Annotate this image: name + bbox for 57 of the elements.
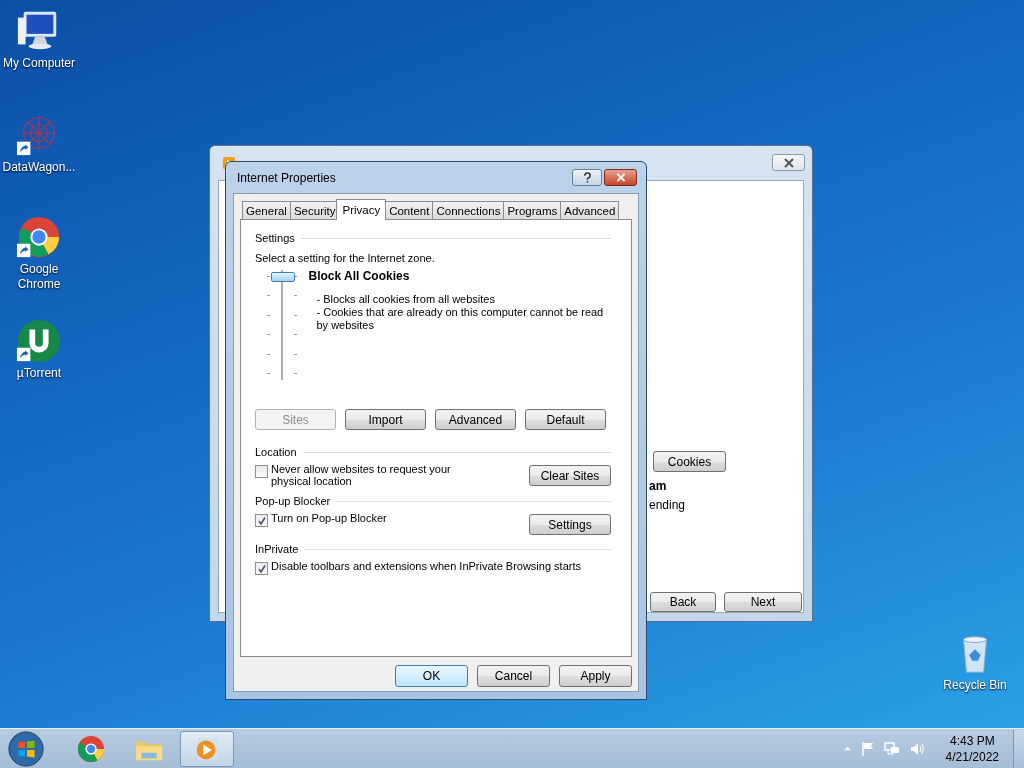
group-heading: Location bbox=[255, 446, 297, 458]
flag-icon[interactable] bbox=[860, 740, 875, 757]
close-icon bbox=[783, 157, 794, 168]
checkbox-label: Never allow websites to request your physical location bbox=[271, 463, 452, 487]
checkbox-label: Turn on Pop-up Blocker bbox=[271, 512, 387, 524]
dialog-button[interactable]: OK bbox=[395, 665, 468, 687]
tab[interactable]: General bbox=[242, 201, 291, 219]
network-icon[interactable] bbox=[883, 740, 900, 757]
caret-up-icon[interactable] bbox=[842, 744, 852, 753]
description-text: - Blocks all cookies from all websites bbox=[315, 293, 496, 306]
tab[interactable]: Advanced bbox=[560, 201, 620, 219]
dialog-button[interactable]: Apply bbox=[559, 665, 632, 687]
icon-label: µTorrent bbox=[16, 366, 62, 381]
dialog-button[interactable]: Cancel bbox=[477, 665, 550, 687]
clock[interactable]: 4:43 PM 4/21/2022 bbox=[945, 732, 999, 765]
dialog-button[interactable]: Clear Sites bbox=[529, 465, 611, 486]
media-taskbar-button[interactable] bbox=[180, 730, 234, 767]
clock-time: 4:43 PM bbox=[949, 732, 995, 749]
cookies-button[interactable]: Cookies bbox=[653, 451, 726, 472]
close-button[interactable] bbox=[604, 169, 637, 186]
description-text: - Cookies that are already on this computer cannot be read by websites bbox=[315, 306, 605, 332]
group-heading: Pop-up Blocker bbox=[255, 495, 331, 507]
start-button[interactable] bbox=[6, 729, 46, 768]
group-heading: InPrivate bbox=[255, 543, 299, 555]
show-desktop-button[interactable] bbox=[1013, 729, 1024, 768]
close-icon bbox=[615, 173, 626, 182]
dialog-button[interactable]: Default bbox=[525, 409, 606, 430]
level-title: Block All Cookies bbox=[308, 269, 411, 283]
dialog-button[interactable]: Advanced bbox=[435, 409, 516, 430]
torrent-icon[interactable] bbox=[16, 318, 62, 364]
chrome-icon[interactable] bbox=[16, 214, 62, 260]
tab[interactable]: Privacy bbox=[336, 199, 387, 220]
checkbox[interactable] bbox=[255, 465, 268, 478]
icon-label: DataWagon... bbox=[2, 160, 76, 175]
heading-text: am bbox=[649, 479, 667, 493]
dialog-button[interactable]: Import bbox=[345, 409, 426, 430]
tab[interactable]: Connections bbox=[432, 201, 505, 219]
close-button[interactable] bbox=[772, 154, 805, 171]
checkbox-label: Disable toolbars and extensions when InPrivate Browsing starts bbox=[271, 560, 581, 572]
group-heading: Settings bbox=[255, 232, 295, 244]
dialog-button[interactable]: Settings bbox=[529, 514, 611, 535]
clock-date: 4/21/2022 bbox=[945, 748, 999, 765]
window-title: Internet Properties bbox=[237, 170, 336, 185]
icon-label: My Computer bbox=[3, 56, 75, 71]
tab[interactable]: Content bbox=[385, 201, 434, 219]
chrome-icon bbox=[76, 733, 106, 764]
icon-label: Google Chrome bbox=[16, 262, 62, 292]
prompt-text: Select a setting for the Internet zone. bbox=[255, 252, 436, 264]
back-button[interactable]: Back bbox=[650, 592, 716, 612]
body-text: ending bbox=[649, 498, 686, 512]
tab[interactable]: Programs bbox=[503, 201, 562, 219]
icon-label: Recycle Bin bbox=[943, 678, 1007, 693]
help-icon bbox=[582, 172, 592, 183]
checkbox[interactable] bbox=[255, 514, 268, 527]
next-button[interactable]: Next bbox=[724, 592, 802, 612]
help-button[interactable] bbox=[572, 169, 602, 186]
checkbox[interactable] bbox=[255, 562, 268, 575]
